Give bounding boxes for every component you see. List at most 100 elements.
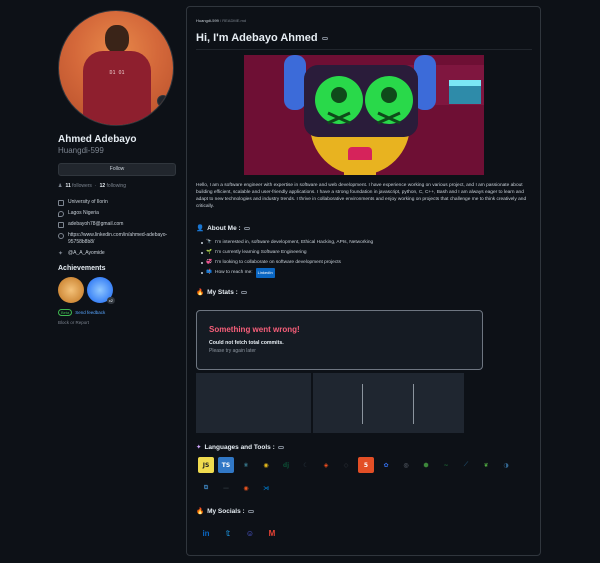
linux-icon[interactable]: ◎: [398, 457, 414, 473]
divider: [196, 49, 532, 50]
avatar-head: [105, 25, 129, 53]
detail-email[interactable]: adebayoh78@gmail.com: [58, 221, 178, 228]
stats-error-card: Something went wrong! Could not fetch to…: [196, 310, 483, 370]
people-icon: ♟: [58, 183, 63, 189]
list-item: 🔭 I'm interested in, software development…: [201, 238, 521, 248]
about-list: 🔭 I'm interested in, software development…: [201, 238, 521, 278]
anchor-link-icon[interactable]: [247, 509, 254, 513]
gmail-icon[interactable]: M: [264, 525, 280, 541]
beta-feedback[interactable]: Beta Send feedback: [58, 309, 178, 316]
fire-icon: 🔥: [196, 508, 205, 515]
avatar-body: [83, 51, 151, 125]
figma-icon[interactable]: ◈: [318, 457, 334, 473]
detail-location: Lagos Nigeria: [58, 210, 178, 217]
react-icon[interactable]: ⚛: [238, 457, 254, 473]
block-report-link[interactable]: Block or Report: [58, 320, 178, 325]
banner-image: [244, 55, 484, 175]
redux-icon[interactable]: ◉: [258, 457, 274, 473]
git-icon[interactable]: ◇: [338, 457, 354, 473]
terminal-icon[interactable]: ☾: [298, 457, 314, 473]
html5-icon[interactable]: 5: [358, 457, 374, 473]
error-message: Could not fetch total commits.: [209, 340, 284, 346]
mongodb-icon[interactable]: ❦: [478, 457, 494, 473]
readme-title: Hi, I'm Adebayo Ahmed: [196, 32, 328, 44]
anchor-link-icon[interactable]: [240, 290, 247, 294]
anchor-link-icon[interactable]: [243, 226, 250, 230]
django-icon[interactable]: dj: [278, 457, 294, 473]
person-icon: 👤: [196, 225, 205, 232]
list-item: 💞 I'm looking to collaborate on software …: [201, 258, 521, 268]
hacker-character-illustration: [244, 55, 484, 175]
follow-stats: ♟ 11 followers · 12 following: [58, 183, 178, 189]
profile-fullname: Ahmed Adebayo: [58, 134, 137, 145]
intro-paragraph: Hello, I am a software engineer with exp…: [196, 183, 527, 209]
sqlite-icon[interactable]: —: [218, 480, 234, 496]
achievement-badge-icon[interactable]: x2: [87, 277, 115, 304]
python-icon[interactable]: ⧉: [198, 480, 214, 496]
list-item: 📫 How to reach me: LinkedIn: [201, 268, 521, 278]
languages-heading: ✦ Languages and Tools :: [196, 443, 284, 451]
nginx-icon[interactable]: ~: [438, 457, 454, 473]
achievement-badges: x2: [58, 277, 178, 304]
error-sub: Please try again later: [209, 348, 256, 354]
nodejs-icon[interactable]: ⬢: [418, 457, 434, 473]
linkedin-icon[interactable]: in: [198, 525, 214, 541]
stats-heading: 🔥 My Stats :: [196, 288, 247, 296]
stats-card-left: [196, 373, 311, 433]
location-icon: [58, 211, 64, 217]
ubuntu-icon[interactable]: ◉: [238, 480, 254, 496]
follow-button[interactable]: Follow: [58, 163, 176, 176]
profile-details: University of Ilorin Lagos Nigeria adeba…: [58, 199, 178, 257]
followers-link[interactable]: 11 followers: [65, 183, 91, 189]
stats-bar: [413, 384, 414, 424]
crumb-file: / README.md: [220, 18, 247, 23]
seedling-icon: 🌱: [206, 250, 212, 255]
twitter-icon: ✦: [58, 251, 64, 257]
error-title: Something went wrong!: [209, 325, 300, 334]
discord-icon[interactable]: ☺: [242, 525, 258, 541]
detail-organization: University of Ilorin: [58, 199, 178, 206]
send-feedback-link[interactable]: Send feedback: [75, 310, 105, 315]
telescope-icon: 🔭: [206, 240, 212, 245]
organization-icon: [58, 200, 64, 206]
socials-heading: 🔥 My Socials :: [196, 507, 254, 515]
avatar-shirt-text: D1 O1: [109, 70, 125, 76]
fire-icon: 🔥: [196, 289, 205, 296]
javascript-icon[interactable]: JS: [198, 457, 214, 473]
profile-username: Huangdi-599: [58, 146, 104, 155]
detail-twitter[interactable]: ✦ @A_A_Ayomide: [58, 250, 178, 257]
avatar[interactable]: D1 O1: [58, 10, 174, 126]
crumb-repo[interactable]: Huangdi-599: [196, 18, 219, 23]
readme-breadcrumb: Huangdi-599 / README.md: [196, 18, 246, 23]
postgresql-icon[interactable]: ◑: [498, 457, 514, 473]
stats-card-right: [313, 373, 464, 433]
mysql-icon[interactable]: ⟋: [458, 457, 474, 473]
link-icon: [58, 233, 64, 239]
mail-icon: [58, 222, 64, 228]
vscode-icon[interactable]: ⋊: [258, 480, 274, 496]
status-emoji-button[interactable]: [157, 95, 169, 107]
tech-icons-row-1: JS TS ⚛ ◉ dj ☾ ◈ ◇ 5 ✿ ◎ ⬢ ~ ⟋ ❦ ◑: [198, 457, 514, 473]
anchor-link-icon[interactable]: [321, 36, 328, 40]
achievement-count: x2: [106, 297, 115, 304]
mailbox-icon: 📫: [206, 270, 212, 275]
detail-website[interactable]: https://www.linkedin.com/in/ahmed-adebay…: [58, 232, 178, 246]
anchor-link-icon[interactable]: [277, 445, 284, 449]
profile-sidebar: D1 O1 Ahmed Adebayo Huangdi-599 Follow ♟…: [58, 10, 178, 325]
hearts-icon: 💞: [206, 260, 212, 265]
kubernetes-icon[interactable]: ✿: [378, 457, 394, 473]
achievements-title: Achievements: [58, 265, 106, 272]
beta-label: Beta: [58, 309, 73, 316]
social-icons-row: in 𝕥 ☺ M: [198, 525, 280, 541]
typescript-icon[interactable]: TS: [218, 457, 234, 473]
about-heading: 👤 About Me :: [196, 224, 250, 232]
linkedin-badge[interactable]: LinkedIn: [255, 268, 275, 278]
wand-icon: ✦: [196, 444, 202, 451]
following-link[interactable]: 12 following: [100, 183, 126, 189]
follow-separator: ·: [94, 183, 97, 189]
achievement-badge-icon[interactable]: [58, 277, 84, 303]
twitter-icon[interactable]: 𝕥: [220, 525, 236, 541]
list-item: 🌱 I'm currently learning Software Enginee…: [201, 248, 521, 258]
readme-panel: Huangdi-599 / README.md Hi, I'm Adebayo …: [186, 6, 541, 556]
stats-bar: [362, 384, 363, 424]
